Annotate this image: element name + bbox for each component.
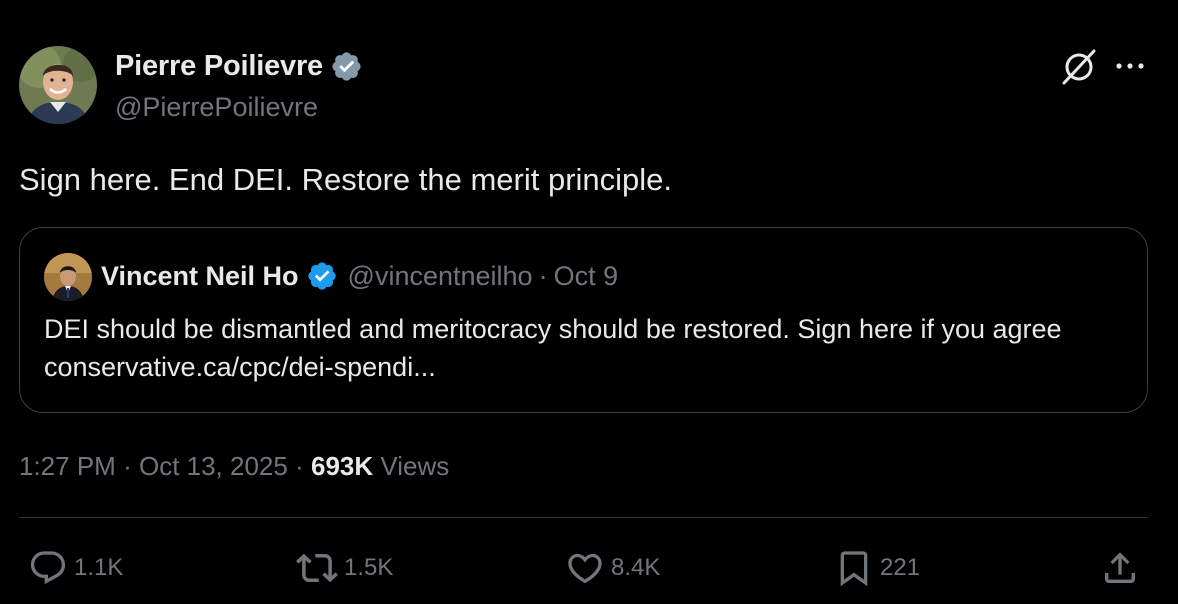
more-icon[interactable]: [1113, 54, 1147, 78]
bookmark-button[interactable]: 221: [834, 548, 920, 588]
grok-icon[interactable]: [1058, 46, 1100, 88]
bookmark-icon: [840, 551, 868, 587]
views-count: 693K: [311, 451, 374, 481]
meta-separator: ·: [123, 451, 132, 481]
quote-text: DEI should be dismantled and meritocracy…: [44, 314, 1062, 382]
like-count: 8.4K: [611, 554, 661, 581]
share-button[interactable]: [1100, 548, 1140, 588]
verified-gray-badge-icon: [330, 50, 363, 83]
quote-date[interactable]: Oct 9: [554, 258, 619, 294]
tweet-text: Sign here. End DEI. Restore the merit pr…: [19, 162, 673, 197]
quote-author-avatar[interactable]: [44, 253, 92, 301]
quote-author-name[interactable]: Vincent Neil Ho: [101, 258, 299, 294]
heart-icon: [568, 553, 602, 584]
divider: [19, 517, 1148, 518]
reply-icon: [30, 551, 66, 585]
verified-blue-badge-icon: [306, 260, 338, 292]
author-name[interactable]: Pierre Poilievre: [115, 48, 323, 84]
author-name-row[interactable]: Pierre Poilievre: [115, 48, 363, 84]
retweet-icon: [296, 553, 338, 583]
tweet-meta: 1:27 PM · Oct 13, 2025 · 693K Views: [19, 448, 449, 484]
bookmark-count: 221: [880, 554, 921, 581]
author-handle[interactable]: @PierrePoilievre: [115, 90, 318, 124]
like-button[interactable]: 8.4K: [565, 548, 660, 588]
tweet-time[interactable]: 1:27 PM: [19, 451, 116, 481]
reply-button[interactable]: 1.1K: [28, 548, 123, 588]
quoted-tweet-card[interactable]: Vincent Neil Ho @vincentneilho · Oct 9 D…: [19, 227, 1148, 413]
retweet-count: 1.5K: [344, 554, 394, 581]
quote-author-handle[interactable]: @vincentneilho: [348, 258, 533, 294]
retweet-button[interactable]: 1.5K: [296, 548, 393, 588]
quote-separator: ·: [538, 261, 548, 291]
share-icon: [1105, 552, 1135, 583]
author-avatar[interactable]: [19, 46, 97, 124]
meta-separator: ·: [295, 451, 304, 481]
views-label: Views: [380, 451, 450, 481]
tweet-date[interactable]: Oct 13, 2025: [139, 451, 288, 481]
quote-header[interactable]: Vincent Neil Ho @vincentneilho · Oct 9: [101, 258, 618, 294]
reply-count: 1.1K: [74, 554, 124, 581]
